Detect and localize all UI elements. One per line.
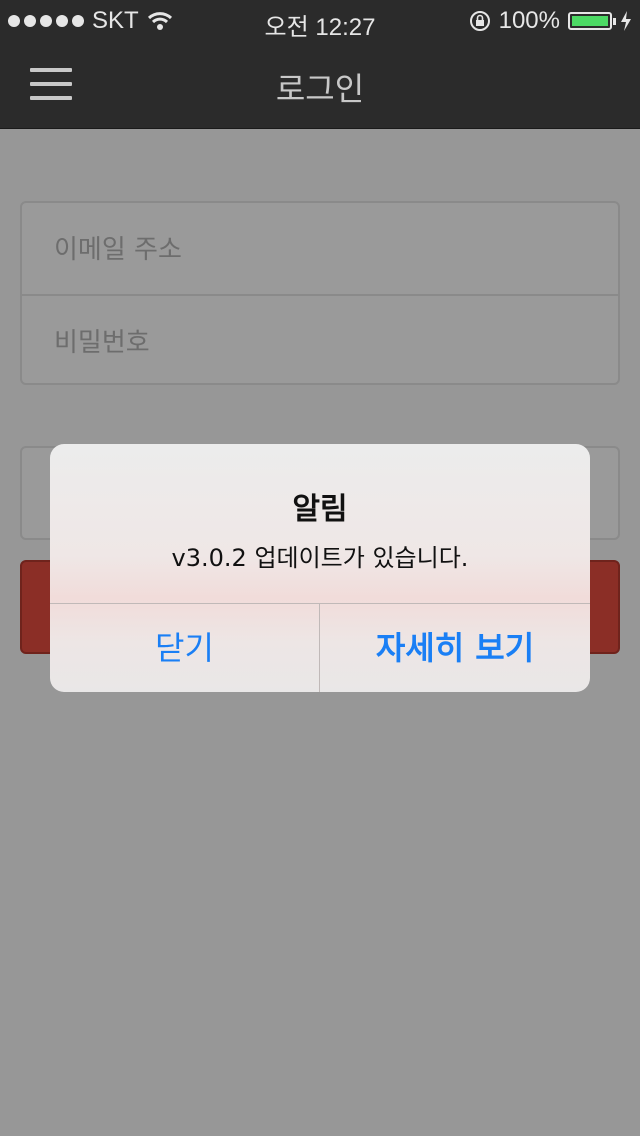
close-button[interactable]: 닫기 [50, 604, 319, 692]
view-details-button[interactable]: 자세히 보기 [320, 604, 590, 692]
status-bar: SKT 오전 12:27 100% [0, 0, 640, 41]
rotation-lock-icon [469, 11, 490, 31]
battery-fill [572, 16, 608, 26]
navigation-bar: 로그인 [0, 40, 640, 129]
battery-nub [613, 18, 616, 25]
alert-title: 알림 [292, 492, 348, 527]
battery-percent: 100% [498, 7, 560, 34]
page-title: 로그인 [275, 70, 365, 108]
email-field-row [22, 203, 618, 294]
status-right: 100% [469, 7, 632, 35]
password-field[interactable] [52, 324, 576, 362]
update-alert-dialog: 알림 v3.0.2 업데이트가 있습니다. 닫기 자세히 보기 [50, 444, 590, 692]
login-form [20, 201, 620, 385]
charging-icon [621, 11, 631, 31]
battery-icon [568, 12, 616, 30]
email-field[interactable] [52, 231, 576, 269]
alert-message: v3.0.2 업데이트가 있습니다. [171, 544, 469, 572]
password-field-row [22, 294, 618, 387]
